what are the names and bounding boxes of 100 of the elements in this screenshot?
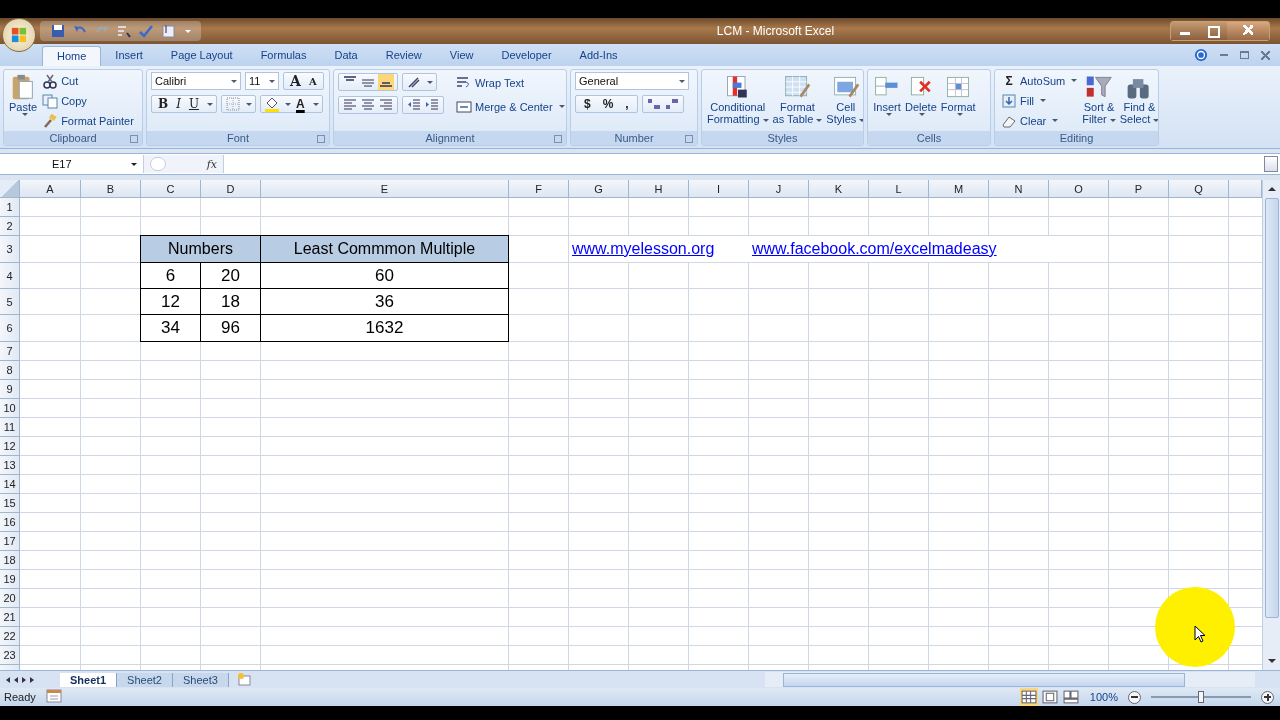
font-size-field[interactable]: 11 — [245, 72, 279, 90]
ribbon-tab[interactable]: Insert — [101, 46, 157, 66]
column-header[interactable]: O — [1049, 180, 1109, 198]
zoom-level[interactable]: 100% — [1089, 691, 1118, 703]
restore-button[interactable] — [1199, 22, 1227, 40]
column-header[interactable]: Q — [1169, 180, 1229, 198]
save-icon[interactable] — [50, 23, 66, 39]
clipboard-button[interactable]: Cut — [40, 71, 136, 90]
column-header[interactable]: D — [201, 180, 261, 198]
orientation-icon[interactable] — [406, 74, 422, 90]
expand-icon[interactable] — [1264, 156, 1278, 172]
row-header[interactable]: 18 — [0, 551, 20, 570]
caret-icon[interactable] — [427, 80, 433, 84]
sheet-tab[interactable]: Sheet3 — [172, 672, 229, 687]
row-header[interactable]: 15 — [0, 494, 20, 513]
row-header[interactable]: 16 — [0, 513, 20, 532]
number-format-button[interactable]: $ — [579, 97, 596, 111]
ribbon-tab[interactable]: Review — [371, 46, 436, 66]
zoom-out-icon[interactable] — [1128, 690, 1141, 704]
row-header[interactable]: 10 — [0, 399, 20, 418]
dialog-launcher-icon[interactable] — [554, 135, 562, 143]
decrease-decimal-icon[interactable] — [663, 96, 680, 112]
row-header[interactable]: 6 — [0, 315, 20, 342]
number-format-button[interactable]: % — [597, 97, 619, 111]
last-sheet-icon[interactable] — [30, 676, 34, 683]
page-layout-view-icon[interactable] — [1040, 688, 1059, 706]
row-header[interactable]: 17 — [0, 532, 20, 551]
font-style-button[interactable]: U — [185, 97, 203, 111]
vertical-scrollbar[interactable] — [1262, 180, 1280, 670]
office-button[interactable] — [2, 18, 36, 52]
column-header[interactable]: H — [629, 180, 689, 198]
caret-icon[interactable] — [246, 102, 253, 106]
column-header[interactable]: N — [989, 180, 1049, 198]
ribbon-tab[interactable]: Formulas — [246, 46, 321, 66]
font-style-button[interactable]: I — [173, 97, 184, 111]
clipboard-button[interactable]: Format Painter — [40, 111, 136, 130]
zoom-in-icon[interactable] — [1261, 690, 1274, 704]
editing-button[interactable]: Fill — [999, 91, 1080, 110]
row-header[interactable]: 11 — [0, 418, 20, 437]
row-header[interactable]: 8 — [0, 361, 20, 380]
editing-button[interactable]: Clear — [999, 111, 1080, 130]
merge-center-button[interactable]: Merge & Center — [454, 97, 566, 116]
ribbon-tab[interactable]: Home — [42, 46, 102, 66]
link[interactable]: www.myelesson.org — [572, 240, 715, 258]
row-header[interactable]: 14 — [0, 475, 20, 494]
column-header[interactable]: P — [1109, 180, 1169, 198]
dialog-launcher-icon[interactable] — [130, 135, 138, 143]
styles-button[interactable]: Format as Table — [771, 71, 824, 127]
column-header[interactable]: G — [569, 180, 629, 198]
dialog-launcher-icon[interactable] — [685, 135, 693, 143]
next-sheet-icon[interactable] — [22, 676, 26, 683]
dialog-launcher-icon[interactable] — [317, 135, 325, 143]
horizontal-align-icon[interactable] — [378, 97, 394, 113]
row-header[interactable]: 5 — [0, 289, 20, 315]
column-header[interactable]: M — [929, 180, 989, 198]
row-header[interactable]: 3 — [0, 236, 20, 263]
cells-button[interactable]: Format — [939, 71, 977, 118]
cells-button[interactable]: Delete — [904, 71, 938, 118]
row-header[interactable]: 2 — [0, 217, 20, 236]
increase-decimal-icon[interactable] — [645, 96, 662, 112]
caret-icon[interactable] — [285, 102, 292, 106]
shrink-font-button[interactable]: A — [305, 75, 320, 87]
row-header[interactable]: 20 — [0, 589, 20, 608]
row-header[interactable]: 21 — [0, 608, 20, 627]
row-header[interactable]: 9 — [0, 380, 20, 399]
clipboard-button[interactable]: Copy — [40, 91, 136, 110]
number-format-button[interactable]: , — [620, 97, 634, 111]
link[interactable]: www.facebook.com/excelmadeasy — [752, 240, 997, 258]
paste-button[interactable]: Paste — [8, 71, 39, 118]
row-header[interactable]: 1 — [0, 198, 20, 217]
row-header[interactable]: 22 — [0, 627, 20, 646]
editing-button[interactable]: Find & Select — [1118, 71, 1158, 127]
font-color-button[interactable]: A — [293, 97, 308, 111]
resize-handle[interactable] — [150, 157, 166, 171]
styles-button[interactable]: Conditional Formatting — [706, 71, 770, 127]
column-header[interactable]: B — [81, 180, 141, 198]
slider-thumb[interactable] — [1198, 691, 1204, 703]
column-header[interactable]: F — [509, 180, 569, 198]
previous-sheet-icon[interactable] — [14, 676, 18, 683]
caret-icon[interactable] — [207, 102, 214, 106]
close-button[interactable] — [1227, 22, 1269, 40]
decrease-indent-icon[interactable] — [406, 97, 422, 113]
font-name-field[interactable]: Calibri — [151, 72, 241, 90]
grow-font-button[interactable]: A — [287, 73, 304, 89]
minimize-button[interactable] — [1171, 22, 1199, 40]
sort-icon[interactable] — [116, 23, 132, 39]
clipboard-icon[interactable] — [160, 23, 176, 39]
row-header[interactable]: 23 — [0, 646, 20, 665]
vertical-align-icon[interactable] — [378, 74, 394, 90]
font-style-button[interactable]: B — [155, 97, 172, 111]
ribbon-tab[interactable]: Add-Ins — [565, 46, 632, 66]
fill-color-icon[interactable] — [264, 96, 281, 112]
number-format-field[interactable]: General — [575, 72, 689, 90]
sheet-tab[interactable]: Sheet2 — [117, 672, 173, 687]
column-header[interactable]: C — [141, 180, 201, 198]
ribbon-tab[interactable]: Page Layout — [156, 46, 247, 66]
column-header[interactable]: I — [689, 180, 749, 198]
first-sheet-icon[interactable] — [6, 676, 10, 683]
increase-indent-icon[interactable] — [424, 97, 440, 113]
row-header[interactable]: 7 — [0, 342, 20, 361]
